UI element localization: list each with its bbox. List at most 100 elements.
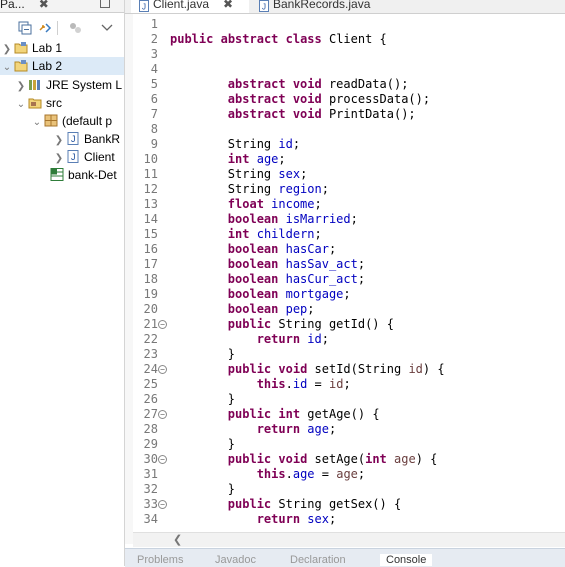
view-menu-icon[interactable] [100, 21, 114, 35]
collapse-all-icon[interactable] [18, 21, 32, 35]
code-line[interactable]: 9 String id; [133, 137, 565, 152]
scroll-left-icon[interactable]: ❮ [173, 533, 182, 546]
tab-client-java[interactable]: J Client.java ✖ [131, 0, 249, 13]
tree-item-bankrecords[interactable]: ❯ J BankR [52, 130, 120, 148]
line-number: 2 [150, 32, 158, 46]
minimize-icon[interactable] [100, 0, 110, 8]
fold-toggle-icon[interactable]: − [158, 320, 167, 329]
code-line[interactable]: 17 boolean hasSav_act; [133, 257, 565, 272]
line-number: 19 [143, 287, 158, 301]
fold-toggle-icon[interactable]: − [158, 365, 167, 374]
code-line[interactable]: 25 this.id = id; [133, 377, 565, 392]
code-line[interactable]: 2 public abstract class Client { [133, 32, 565, 47]
toolbar-separator [57, 21, 58, 35]
tree-item-jre[interactable]: ❯ JRE System L [14, 76, 122, 94]
line-number: 3 [150, 47, 158, 61]
code-line[interactable]: 4 [133, 62, 565, 77]
tree-item-bank-data[interactable]: bank-Det [50, 166, 117, 184]
code-line[interactable]: 33− public String getSex() { [133, 497, 565, 512]
code-line[interactable]: 22 return id; [133, 332, 565, 347]
code-line[interactable]: 11 String sex; [133, 167, 565, 182]
chevron-down-icon[interactable]: ⌄ [30, 114, 44, 132]
tree-item-lab2[interactable]: ⌄ Lab 2 [0, 57, 124, 75]
code-line[interactable]: 6 abstract void processData(); [133, 92, 565, 107]
tree-item-label: bank-Det [68, 168, 117, 182]
code-text: float income; [227, 197, 322, 211]
code-line[interactable]: 15 int childern; [133, 227, 565, 242]
code-text: boolean pep; [227, 302, 315, 316]
editor-ruler [125, 14, 133, 544]
code-line[interactable]: 12 String region; [133, 182, 565, 197]
chevron-down-icon[interactable]: ⌄ [14, 96, 28, 114]
tab-label: Client.java [153, 0, 210, 11]
horizontal-scrollbar[interactable]: ❮ [133, 532, 565, 547]
java-file-icon: J [259, 0, 269, 12]
code-line[interactable]: 24− public void setId(String id) { [133, 362, 565, 377]
tab-bankrecords-java[interactable]: J BankRecords.java [253, 0, 383, 13]
code-line[interactable]: 14 boolean isMarried; [133, 212, 565, 227]
code-text: this.id = id; [256, 377, 351, 391]
editor-tab-bar: J Client.java ✖ J BankRecords.java [125, 0, 565, 14]
line-number: 6 [150, 92, 158, 106]
code-text: public String getSex() { [227, 497, 402, 511]
code-line[interactable]: 34 return sex; [133, 512, 565, 527]
code-line[interactable]: 28 return age; [133, 422, 565, 437]
code-text: } [170, 482, 236, 496]
close-icon[interactable]: ✖ [223, 0, 233, 11]
line-number: 25 [143, 377, 158, 391]
tree-item-client[interactable]: ❯ J Client [52, 148, 115, 166]
tab-javadoc[interactable]: Javadoc [215, 554, 256, 566]
tree-item-label: (default p [62, 114, 113, 128]
code-line[interactable]: 3 [133, 47, 565, 62]
code-line[interactable]: 30− public void setAge(int age) { [133, 452, 565, 467]
code-text: public abstract class Client { [170, 32, 387, 46]
code-line[interactable]: 7 abstract void PrintData(); [133, 107, 565, 122]
tab-problems[interactable]: Problems [137, 554, 183, 566]
code-line[interactable]: 29 } [133, 437, 565, 452]
code-line[interactable]: 31 this.age = age; [133, 467, 565, 482]
svg-text:J: J [262, 3, 266, 12]
code-line[interactable]: 16 boolean hasCar; [133, 242, 565, 257]
explorer-tab[interactable]: Pa... ✖ [0, 0, 49, 11]
code-line[interactable]: 23 } [133, 347, 565, 362]
spreadsheet-file-icon [50, 168, 64, 181]
fold-toggle-icon[interactable]: − [158, 455, 167, 464]
source-folder-icon [28, 98, 42, 109]
line-number: 21 [143, 317, 158, 331]
code-text: public String getId() { [227, 317, 394, 331]
line-number: 27 [143, 407, 158, 421]
library-icon [29, 80, 40, 90]
chevron-down-icon[interactable]: ⌄ [0, 59, 14, 77]
code-line[interactable]: 10 int age; [133, 152, 565, 167]
tree-item-default-package[interactable]: ⌄ (default p [30, 112, 112, 130]
tree-item-lab1[interactable]: ❯ Lab 1 [0, 39, 62, 57]
code-line[interactable]: 26 } [133, 392, 565, 407]
package-icon [44, 114, 58, 127]
code-editor[interactable]: 1 2 public abstract class Client { 3 4 5 abst… [133, 17, 565, 527]
code-text: boolean hasCar; [227, 242, 337, 256]
code-line[interactable]: 21− public String getId() { [133, 317, 565, 332]
code-line[interactable]: 32 } [133, 482, 565, 497]
tab-console[interactable]: Console [380, 554, 433, 566]
code-text: boolean hasCur_act; [227, 272, 366, 286]
focus-icon[interactable] [68, 21, 82, 35]
link-with-editor-icon[interactable] [38, 21, 52, 35]
code-line[interactable]: 27− public int getAge() { [133, 407, 565, 422]
code-text: } [170, 392, 236, 406]
close-icon[interactable]: ✖ [39, 0, 49, 11]
fold-toggle-icon[interactable]: − [158, 500, 167, 509]
tree-item-label: src [46, 96, 62, 110]
code-line[interactable]: 13 float income; [133, 197, 565, 212]
code-line[interactable]: 1 [133, 17, 565, 32]
code-line[interactable]: 20 boolean pep; [133, 302, 565, 317]
tree-item-src[interactable]: ⌄ src [14, 94, 62, 112]
line-number: 32 [143, 482, 158, 496]
project-folder-icon [14, 42, 28, 54]
tab-declaration[interactable]: Declaration [290, 554, 346, 566]
code-line[interactable]: 18 boolean hasCur_act; [133, 272, 565, 287]
line-number: 16 [143, 242, 158, 256]
fold-toggle-icon[interactable]: − [158, 410, 167, 419]
code-line[interactable]: 8 [133, 122, 565, 137]
code-line[interactable]: 5 abstract void readData(); [133, 77, 565, 92]
code-line[interactable]: 19 boolean mortgage; [133, 287, 565, 302]
